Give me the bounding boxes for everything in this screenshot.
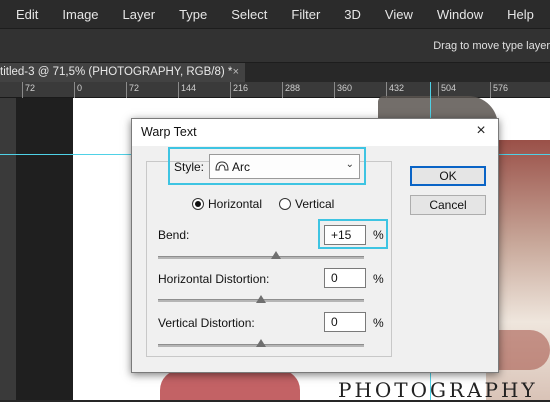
ruler-label: 360	[337, 83, 353, 93]
menu-image[interactable]: Image	[62, 7, 98, 22]
ruler-label: 0	[77, 83, 83, 93]
style-value: Arc	[232, 160, 250, 174]
cancel-button[interactable]: Cancel	[410, 195, 486, 215]
menu-edit[interactable]: Edit	[16, 7, 38, 22]
v-distortion-slider-thumb[interactable]	[256, 339, 266, 347]
vertical-radio-label[interactable]: Vertical	[295, 197, 334, 211]
menu-filter[interactable]: Filter	[291, 7, 320, 22]
h-distortion-slider-thumb[interactable]	[256, 295, 266, 303]
options-hint: Drag to move type layer	[433, 40, 550, 52]
ruler-tick	[22, 82, 23, 98]
ruler-label: 216	[233, 83, 249, 93]
bend-label: Bend:	[158, 228, 190, 242]
ruler-label: 72	[129, 83, 140, 93]
ruler-label: 432	[389, 83, 405, 93]
bend-unit: %	[373, 228, 384, 242]
menu-select[interactable]: Select	[231, 7, 267, 22]
menu-window[interactable]: Window	[437, 7, 483, 22]
ruler-tick	[490, 82, 491, 98]
dialog-title: Warp Text	[141, 125, 197, 139]
ruler-tick	[74, 82, 75, 98]
style-label: Style:	[174, 160, 205, 174]
document-tab[interactable]: titled-3 @ 71,5% (PHOTOGRAPHY, RGB/8) * …	[0, 63, 245, 82]
style-dropdown[interactable]: Arc ⌄	[209, 154, 360, 179]
vertical-ruler[interactable]	[0, 98, 16, 400]
v-distortion-label: Vertical Distortion:	[158, 316, 255, 330]
menu-type[interactable]: Type	[179, 7, 207, 22]
ruler-tick	[230, 82, 231, 98]
arc-icon	[215, 161, 229, 171]
canvas-type-layer[interactable]: PHOTOGRAPHY	[338, 378, 538, 402]
ruler-tick	[126, 82, 127, 98]
ruler-label: 72	[25, 83, 36, 93]
bend-input[interactable]: +15	[324, 225, 366, 245]
options-bar: Drag to move type layer	[0, 28, 550, 63]
v-distortion-input[interactable]: 0	[324, 312, 366, 332]
chevron-down-icon: ⌄	[345, 159, 354, 170]
ok-button[interactable]: OK	[410, 166, 486, 186]
menu-view[interactable]: View	[385, 7, 413, 22]
ruler-label: 288	[285, 83, 301, 93]
tab-row: titled-3 @ 71,5% (PHOTOGRAPHY, RGB/8) * …	[0, 63, 550, 82]
v-distortion-unit: %	[373, 316, 384, 330]
bend-slider[interactable]	[158, 256, 364, 259]
ruler-label: 504	[441, 83, 457, 93]
h-distortion-unit: %	[373, 272, 384, 286]
menu-3d[interactable]: 3D	[344, 7, 361, 22]
canvas-artwork-red	[160, 370, 300, 400]
horizontal-radio[interactable]	[192, 198, 204, 210]
ruler-label: 144	[181, 83, 197, 93]
vertical-radio[interactable]	[279, 198, 291, 210]
menu-bar: Edit Image Layer Type Select Filter 3D V…	[0, 0, 550, 28]
dialog-titlebar[interactable]: Warp Text ×	[132, 119, 498, 146]
ruler-label: 576	[493, 83, 509, 93]
bend-slider-thumb[interactable]	[271, 251, 282, 259]
tab-close-icon[interactable]: ×	[233, 66, 239, 78]
ruler-tick	[178, 82, 179, 98]
h-distortion-label: Horizontal Distortion:	[158, 272, 270, 286]
h-distortion-input[interactable]: 0	[324, 268, 366, 288]
menu-help[interactable]: Help	[507, 7, 534, 22]
menu-layer[interactable]: Layer	[123, 7, 156, 22]
ruler-tick	[282, 82, 283, 98]
horizontal-radio-label[interactable]: Horizontal	[208, 197, 262, 211]
dialog-close-icon[interactable]: ×	[472, 122, 490, 140]
document-tab-title: titled-3 @ 71,5% (PHOTOGRAPHY, RGB/8) *	[0, 66, 233, 78]
ruler-tick	[334, 82, 335, 98]
